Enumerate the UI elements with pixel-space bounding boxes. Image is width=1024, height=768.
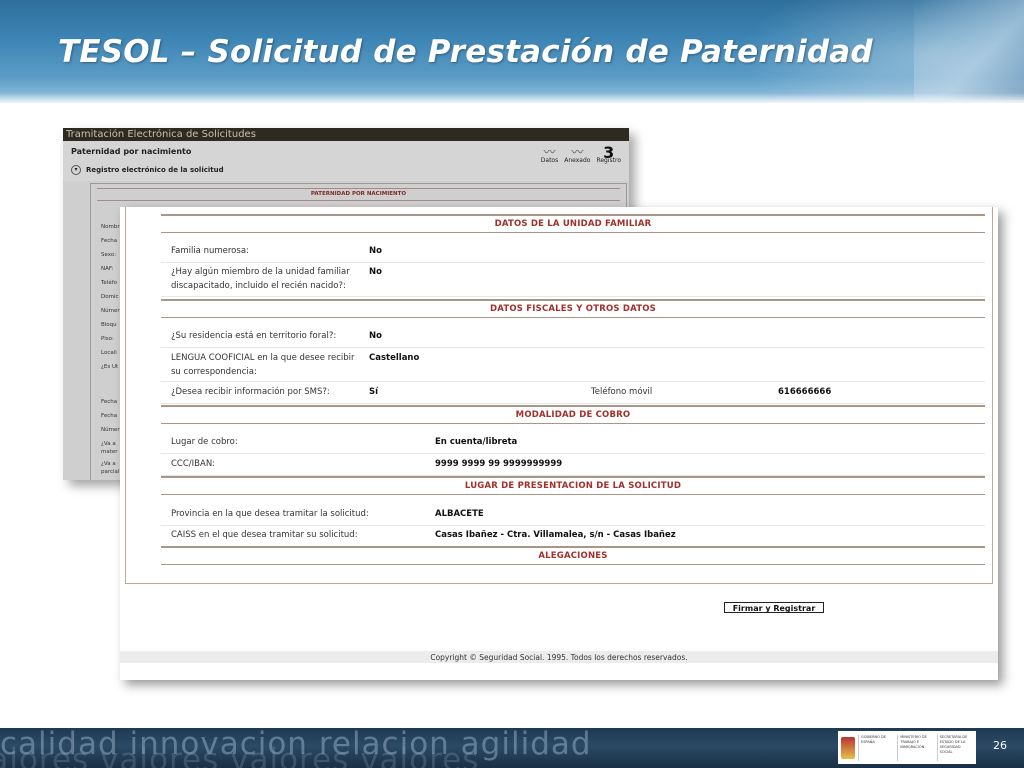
back-section-title: PATERNIDAD POR NACIMIENTO xyxy=(97,188,620,201)
field-value: En cuenta/libreta xyxy=(435,437,518,447)
field-value: Sí xyxy=(369,387,379,397)
row-discapacitado: ¿Hay algún miembro de la unidad familiar… xyxy=(161,262,985,297)
back-label: Domic xyxy=(101,294,119,300)
back-label: ¿Es Ut xyxy=(101,364,119,370)
back-label: ¿Va a xyxy=(101,441,116,447)
back-label: ¿Va a xyxy=(101,461,116,467)
field-label: ¿Desea recibir información por SMS?: xyxy=(171,387,330,397)
field-label: Familia numerosa: xyxy=(171,246,249,256)
ministerio-logo: MINISTERIO DE TRABAJO E INMIGRACIÓN xyxy=(897,734,933,761)
secretaria-logo: SECRETARÍA DE ESTADO DE LA SEGURIDAD SOC… xyxy=(936,734,973,761)
section-modalidad-cobro: MODALIDAD DE COBRO xyxy=(161,405,985,424)
row-lengua-cooficial: LENGUA COOFICIAL en la que desee recibir… xyxy=(161,347,985,382)
back-window-heading: Paternidad por nacimiento xyxy=(71,147,192,156)
back-window-toolbar: 〰 Datos 〰 Anexado 3 Registro xyxy=(541,143,621,164)
back-label: Fecha xyxy=(101,399,118,405)
field-value: No xyxy=(369,267,382,277)
page-number: 26 xyxy=(993,739,1007,752)
row-lugar-cobro: Lugar de cobro: En cuenta/libreta xyxy=(161,431,985,454)
back-label: Locali xyxy=(101,350,117,356)
back-label: Nombr xyxy=(101,224,120,230)
datos-icon[interactable]: 〰 Datos xyxy=(541,143,558,164)
firmar-registrar-button[interactable]: Firmar y Registrar xyxy=(724,602,824,613)
back-label: Piso: xyxy=(101,336,114,342)
row-provincia: Provincia en la que desea tramitar la so… xyxy=(161,503,985,526)
back-window-titlebar: Tramitación Electrónica de Solicitudes xyxy=(63,128,629,141)
field-value: Castellano xyxy=(369,353,420,363)
row-familia-numerosa: Familia numerosa: No xyxy=(161,240,985,263)
expand-icon[interactable]: ▾ xyxy=(71,165,81,175)
registro-icon[interactable]: 3 Registro xyxy=(596,143,621,164)
field-label: CCC/IBAN: xyxy=(171,459,216,469)
banner-figure xyxy=(914,0,1024,100)
back-label: Teléfo xyxy=(101,280,118,286)
back-label: mater xyxy=(101,449,118,455)
field-label: su correspondencia: xyxy=(171,367,257,377)
field-value: 9999 9999 99 9999999999 xyxy=(435,459,563,469)
back-window-subheading[interactable]: ▾ Registro electrónico de la solicitud xyxy=(71,165,224,175)
logos-block: GOBIERNO DE ESPAÑA MINISTERIO DE TRABAJO… xyxy=(838,731,976,764)
anexado-icon[interactable]: 〰 Anexado xyxy=(564,143,590,164)
footer-words-2: valores valores valores valores xyxy=(0,742,480,768)
back-window-header: Paternidad por nacimiento ▾ Registro elec… xyxy=(63,141,629,181)
section-unidad-familiar: DATOS DE LA UNIDAD FAMILIAR xyxy=(161,214,985,233)
field-label: Lugar de cobro: xyxy=(171,437,238,447)
field-value: Casas Ibañez - Ctra. Villamalea, s/n - C… xyxy=(435,530,676,540)
back-label: Númer xyxy=(101,308,120,314)
spain-crest-icon xyxy=(841,736,855,759)
row-caiss: CAISS en el que desea tramitar su solici… xyxy=(161,525,985,547)
copyright-text: Copyright © Seguridad Social. 1995. Todo… xyxy=(430,653,688,662)
field-label: discapacitado, incluido el recién nacido… xyxy=(171,281,346,291)
back-label: Fecha xyxy=(101,238,118,244)
field-label: Provincia en la que desea tramitar la so… xyxy=(171,509,369,519)
row-sms: ¿Desea recibir información por SMS?: Sí … xyxy=(161,381,985,404)
field-value: ALBACETE xyxy=(435,509,484,519)
field-value: No xyxy=(369,331,382,341)
field-label: CAISS en el que desea tramitar su solici… xyxy=(171,530,358,540)
field-value: 616666666 xyxy=(778,387,832,397)
field-value: No xyxy=(369,246,382,256)
back-label: Sexo: xyxy=(101,252,117,258)
back-label: parcial xyxy=(101,469,120,475)
back-label: Fecha xyxy=(101,413,118,419)
gobierno-logo: GOBIERNO DE ESPAÑA xyxy=(858,734,894,761)
row-ccc-iban: CCC/IBAN: 9999 9999 99 9999999999 xyxy=(161,453,985,476)
foreground-window: DATOS DE LA UNIDAD FAMILIAR Familia nume… xyxy=(120,207,998,680)
back-label: Númer xyxy=(101,427,120,433)
field-label: ¿Su residencia está en territorio foral?… xyxy=(171,331,337,341)
row-territorio-foral: ¿Su residencia está en territorio foral?… xyxy=(161,325,985,348)
field-label: ¿Hay algún miembro de la unidad familiar xyxy=(171,267,350,277)
field-label: LENGUA COOFICIAL en la que desee recibir xyxy=(171,353,355,363)
section-alegaciones: ALEGACIONES xyxy=(161,546,985,565)
section-datos-fiscales: DATOS FISCALES Y OTROS DATOS xyxy=(161,299,985,318)
back-label: Bloqu xyxy=(101,322,117,328)
back-label: NAF: xyxy=(101,266,114,272)
slide-title: TESOL – Solicitud de Prestación de Pater… xyxy=(58,34,873,70)
section-lugar-presentacion: LUGAR DE PRESENTACION DE LA SOLICITUD xyxy=(161,476,985,495)
field-label: Teléfono móvil xyxy=(591,387,653,397)
form-panel: DATOS DE LA UNIDAD FAMILIAR Familia nume… xyxy=(125,207,993,584)
